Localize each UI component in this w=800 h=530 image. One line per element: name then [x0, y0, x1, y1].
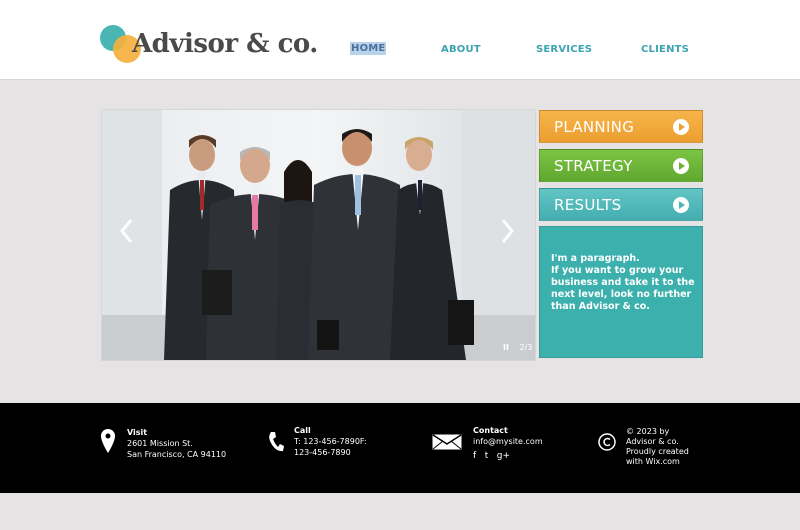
footer-contact: Contact info@mysite.com f t g+	[473, 425, 543, 462]
footer-visit: Visit 2601 Mission St. San Francisco, CA…	[127, 427, 226, 460]
intro-paragraph-line1: I'm a paragraph.	[551, 253, 640, 264]
site-footer: Visit 2601 Mission St. San Francisco, CA…	[0, 403, 800, 493]
site-header: Advisor & co. HOME ABOUT SERVICES CLIENT…	[0, 0, 800, 80]
footer-copyright-line2: Advisor & co.	[626, 437, 679, 446]
footer-contact-title: Contact	[473, 426, 508, 435]
planning-button-label: PLANNING	[554, 118, 635, 136]
play-circle-icon	[673, 119, 689, 135]
footer-visit-title: Visit	[127, 428, 148, 437]
footer-call: Call T: 123-456-7890F: 123-456-7890	[294, 425, 367, 458]
footer-visit-line2: San Francisco, CA 94110	[127, 450, 227, 459]
strategy-button[interactable]: STRATEGY	[539, 149, 703, 182]
pause-icon[interactable]: II	[503, 343, 509, 352]
google-plus-icon[interactable]: g+	[497, 451, 510, 461]
hero-slideshow[interactable]	[101, 109, 536, 361]
footer-copyright-line3: Proudly created	[626, 447, 689, 456]
footer-copyright-line4: with Wix.com	[626, 457, 680, 466]
hero-photo	[102, 110, 535, 360]
nav-about[interactable]: ABOUT	[441, 44, 481, 55]
results-button-label: RESULTS	[554, 196, 622, 214]
footer-contact-email[interactable]: info@mysite.com	[473, 436, 543, 447]
intro-paragraph-box: I'm a paragraph. If you want to grow you…	[539, 226, 703, 358]
intro-paragraph: I'm a paragraph. If you want to grow you…	[551, 253, 696, 313]
nav-home[interactable]: HOME	[350, 42, 387, 55]
footer-call-line1: T: 123-456-7890F:	[294, 437, 367, 446]
footer-visit-line1: 2601 Mission St.	[127, 439, 193, 448]
play-circle-icon	[673, 197, 689, 213]
nav-clients[interactable]: CLIENTS	[641, 44, 689, 55]
map-pin-icon	[101, 429, 115, 453]
facebook-icon[interactable]: f	[473, 451, 476, 461]
footer-call-line2: 123-456-7890	[294, 448, 351, 457]
envelope-icon	[432, 434, 462, 450]
slide-controls: II 2/3	[503, 343, 532, 352]
footer-copyright-line1: © 2023 by	[626, 427, 670, 436]
logo[interactable]: Advisor & co.	[100, 24, 330, 66]
footer-call-title: Call	[294, 426, 311, 435]
copyright-icon	[598, 433, 616, 451]
nav-services[interactable]: SERVICES	[536, 44, 592, 55]
planning-button[interactable]: PLANNING	[539, 110, 703, 143]
twitter-icon[interactable]: t	[485, 451, 489, 461]
slider-prev-arrow-icon[interactable]	[117, 216, 137, 246]
results-button[interactable]: RESULTS	[539, 188, 703, 221]
strategy-button-label: STRATEGY	[554, 157, 633, 175]
phone-icon	[269, 432, 284, 452]
social-links: f t g+	[473, 450, 543, 462]
logo-text: Advisor & co.	[132, 29, 318, 59]
intro-paragraph-line2: If you want to grow your business and ta…	[551, 265, 695, 312]
slide-counter: 2/3	[519, 343, 533, 352]
play-circle-icon	[673, 158, 689, 174]
slider-next-arrow-icon[interactable]	[497, 216, 517, 246]
footer-copyright: © 2023 by Advisor & co. Proudly created …	[626, 427, 689, 467]
